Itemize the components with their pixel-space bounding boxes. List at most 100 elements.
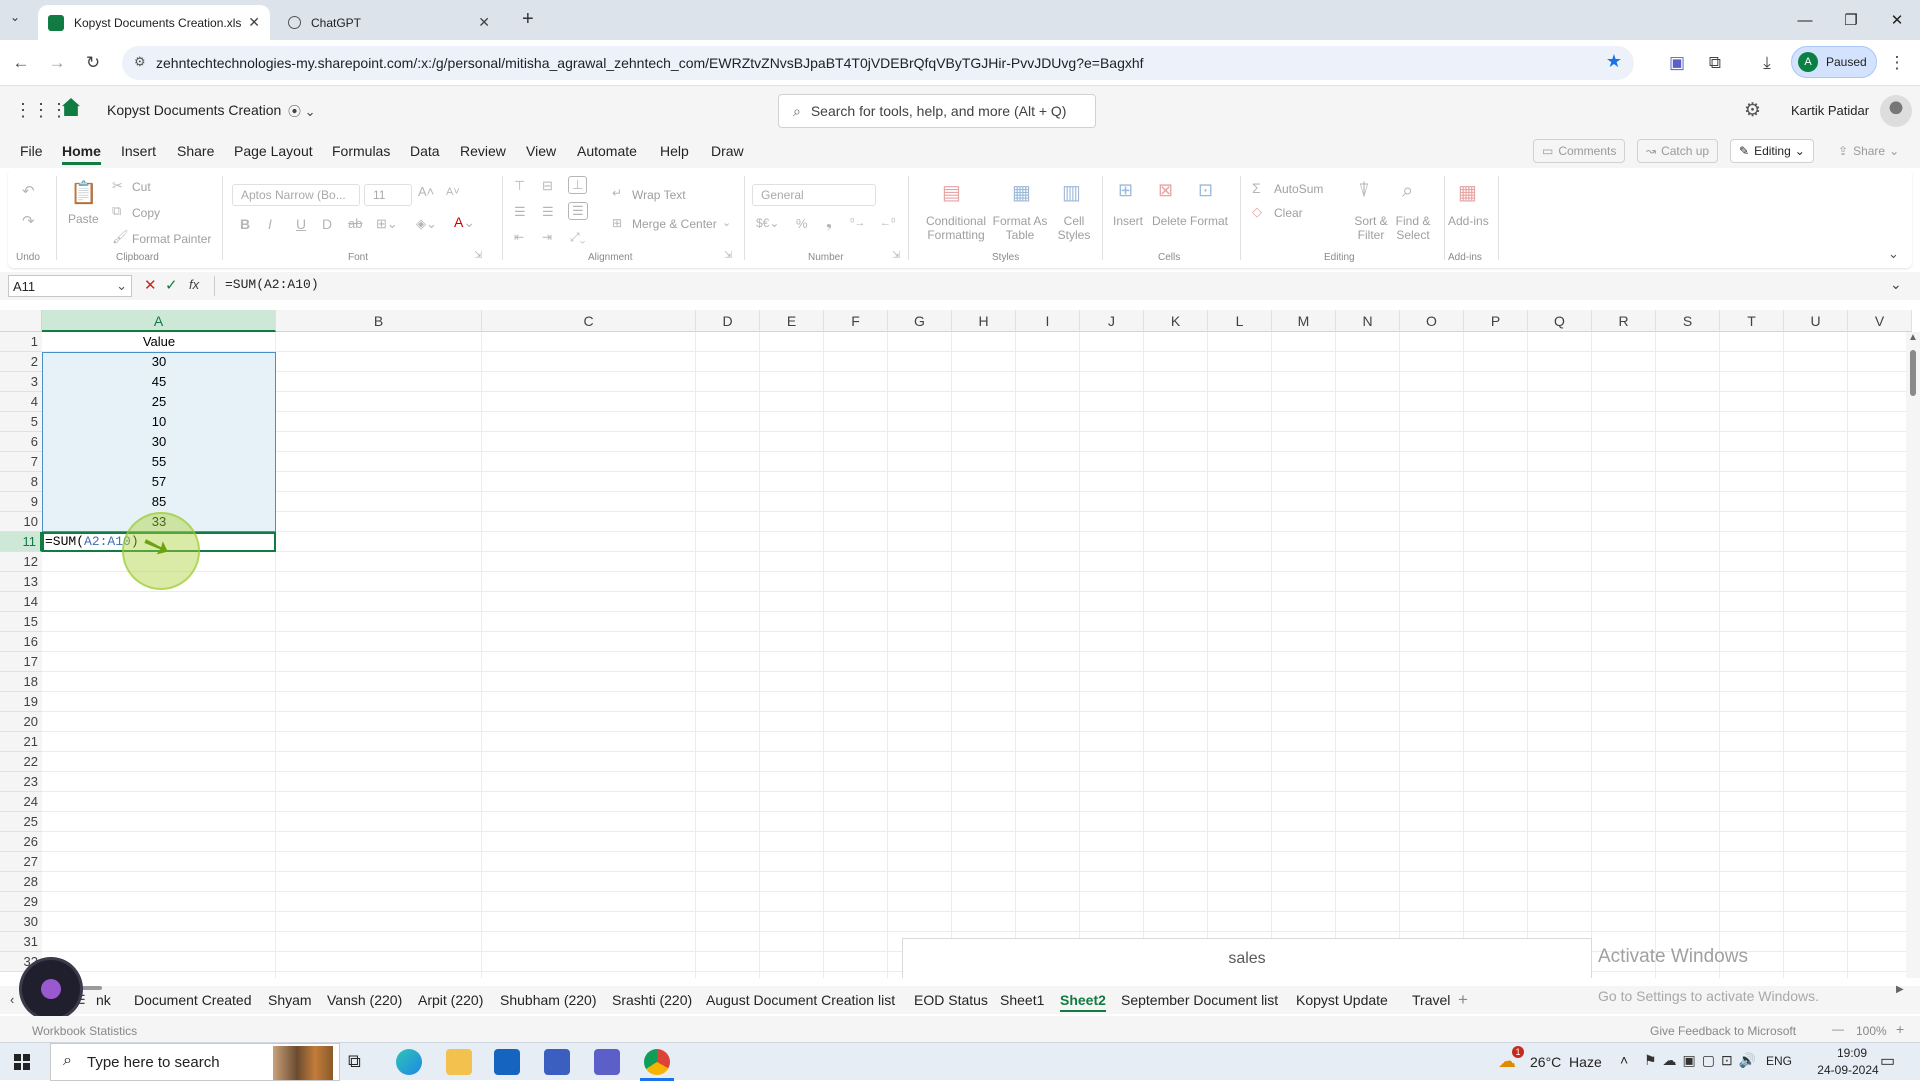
scroll-right-icon[interactable]: ▶ [1896,984,1904,995]
sheet-tab[interactable]: Document Created [134,992,252,1008]
font-color-icon[interactable]: A⌄ [454,214,475,231]
font-size-dropdown[interactable]: 11 [364,184,412,206]
top-align-icon[interactable]: ⊤ [514,178,525,194]
undo-icon[interactable]: ↶ [22,182,35,200]
clear-icon[interactable]: ◇ [1252,204,1262,220]
row-header-10[interactable]: 10 [0,512,42,532]
row-header-20[interactable]: 20 [0,712,42,732]
feedback-link[interactable]: Give Feedback to Microsoft [1650,1024,1796,1038]
find-select-label[interactable]: Find & Select [1390,214,1436,242]
delete-cells-icon[interactable]: ⊠ [1158,180,1173,201]
clear-label[interactable]: Clear [1274,206,1303,220]
paste-icon[interactable]: 📋 [70,180,97,206]
profile-button[interactable]: A Paused [1791,46,1877,78]
title-dropdown-icon[interactable]: ⦿ ⌄ [288,101,316,120]
zoom-level[interactable]: 100% [1856,1024,1887,1038]
column-header-k[interactable]: K [1144,310,1208,332]
tab-review[interactable]: Review [460,143,506,159]
tray-icons[interactable]: ⚑☁▣▢⊡🔊 [1644,1052,1762,1069]
chevron-down-icon[interactable]: ⌄ [722,216,731,229]
row-header-7[interactable]: 7 [0,452,42,472]
weather-text[interactable]: 26°C Haze [1530,1054,1602,1070]
clock-date[interactable]: 24-09-2024 [1810,1063,1886,1077]
search-input[interactable]: ⌕ Search for tools, help, and more (Alt … [778,94,1096,128]
align-right-icon[interactable]: ☰ [568,202,588,220]
sheet-tab[interactable]: Arpit (220) [418,992,483,1008]
zoom-in-icon[interactable]: + [1896,1021,1904,1037]
taskbar-search-input[interactable]: ⌕ Type here to search [50,1043,340,1081]
comma-style-icon[interactable]: ❟ [826,214,832,231]
wrap-text-label[interactable]: Wrap Text [632,188,686,202]
scroll-up-icon[interactable]: ▲ [1908,332,1918,343]
bookmark-star-icon[interactable]: ★ [1606,51,1622,72]
tab-excel[interactable]: Kopyst Documents Creation.xls ✕ [38,5,270,40]
column-header-j[interactable]: J [1080,310,1144,332]
underline-icon[interactable]: U [296,216,306,232]
column-header-r[interactable]: R [1592,310,1656,332]
comments-button[interactable]: ▭ Comments [1533,139,1626,163]
forward-icon[interactable]: → [44,50,70,76]
row-header-27[interactable]: 27 [0,852,42,872]
sheet-tab[interactable]: Shyam [268,992,312,1008]
sheet-tab[interactable]: nk [96,992,111,1008]
cut-icon[interactable]: ✂ [112,178,123,194]
vertical-scroll-thumb[interactable] [1910,350,1916,396]
row-header-3[interactable]: 3 [0,372,42,392]
tab-home[interactable]: Home [62,143,101,165]
row-header-5[interactable]: 5 [0,412,42,432]
name-box[interactable]: A11 ⌄ [8,275,132,297]
copy-label[interactable]: Copy [132,206,160,220]
format-cells-icon[interactable]: ⊡ [1198,180,1213,201]
column-header-s[interactable]: S [1656,310,1720,332]
input-language[interactable]: ENG [1766,1054,1792,1068]
puzzle-icon[interactable]: ⧉ [1702,50,1728,76]
autosum-icon[interactable]: Σ [1252,180,1261,196]
vertical-scrollbar[interactable] [1906,332,1920,978]
conditional-formatting-label[interactable]: Conditional Formatting [920,214,992,242]
merge-center-label[interactable]: Merge & Center [632,217,717,231]
align-center-icon[interactable]: ☰ [542,204,554,220]
column-header-h[interactable]: H [952,310,1016,332]
align-left-icon[interactable]: ☰ [514,204,526,220]
bottom-align-icon[interactable]: ⊥ [568,176,588,194]
mail-icon[interactable] [494,1049,520,1075]
table-cell[interactable]: 85 [42,492,276,512]
file-explorer-icon[interactable] [446,1049,472,1075]
close-icon[interactable]: ✕ [248,14,260,31]
column-header-p[interactable]: P [1464,310,1528,332]
row-header-11[interactable]: 11 [0,532,42,552]
row-header-21[interactable]: 21 [0,732,42,752]
format-as-table-label[interactable]: Format As Table [992,214,1048,242]
notification-icon[interactable]: ▭ [1880,1051,1895,1071]
increase-font-icon[interactable]: A˄ [418,184,434,199]
settings-gear-icon[interactable]: ⚙ [1744,99,1761,122]
spreadsheet-grid[interactable]: ABCDEFGHIJKLMNOPQRSTUV 1 2 3 4 5 6 7 8 9 10 11 12 13… [0,310,1920,978]
sheet-tab[interactable]: Sheet2 [1060,992,1106,1012]
increase-decimal-icon[interactable]: ⁰→ [850,216,865,229]
double-underline-icon[interactable]: D [322,216,332,232]
sheet-tab[interactable]: Travel [1412,992,1450,1008]
editing-mode-button[interactable]: ✎ Editing ⌄ [1730,139,1814,163]
close-icon[interactable]: ✕ [478,14,490,31]
column-header-i[interactable]: I [1016,310,1080,332]
table-cell[interactable]: 10 [42,412,276,432]
restore-icon[interactable]: ❐ [1828,0,1874,40]
formula-input[interactable]: =SUM(A2:A10) [225,277,319,292]
column-header-o[interactable]: O [1400,310,1464,332]
wrap-text-icon[interactable]: ↵ [612,186,622,200]
row-header-4[interactable]: 4 [0,392,42,412]
row-header-28[interactable]: 28 [0,872,42,892]
bold-icon[interactable]: B [240,216,250,232]
minimize-icon[interactable]: — [1782,0,1828,40]
delete-cells-label[interactable]: Delete [1152,214,1187,228]
percent-icon[interactable]: % [796,216,808,231]
conditional-formatting-icon[interactable]: ▤ [942,180,961,205]
paste-label[interactable]: Paste [68,212,99,226]
user-avatar[interactable] [1880,95,1912,127]
tab-file[interactable]: File [20,143,43,159]
tab-page-layout[interactable]: Page Layout [234,143,313,159]
table-cell[interactable]: 45 [42,372,276,392]
insert-cells-icon[interactable]: ⊞ [1118,180,1133,201]
column-header-g[interactable]: G [888,310,952,332]
middle-align-icon[interactable]: ⊟ [542,178,553,194]
